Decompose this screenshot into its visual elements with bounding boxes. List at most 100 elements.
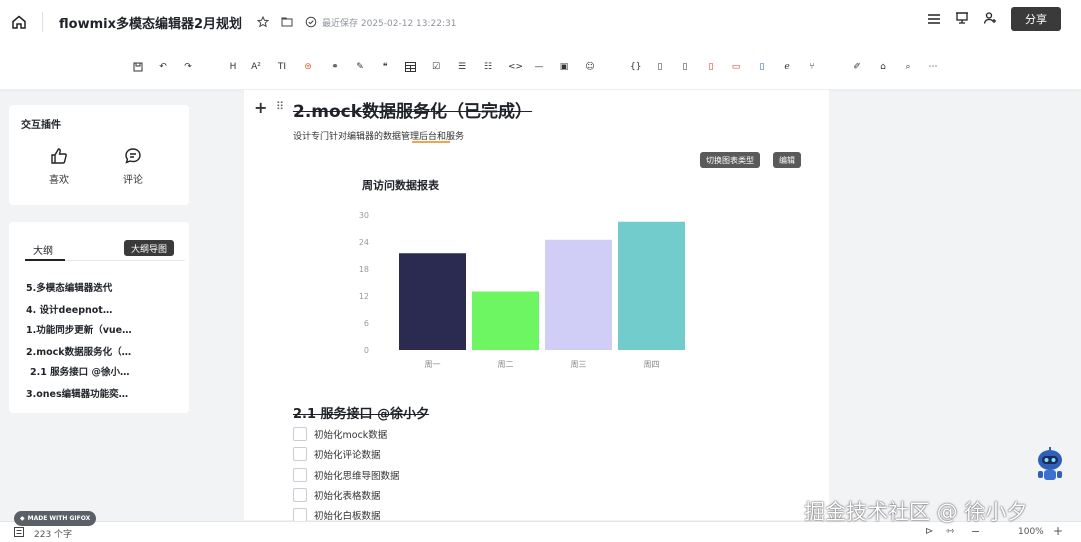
task-label: 初始化mock数据 bbox=[314, 430, 388, 441]
gifox-logo-icon: ◆ bbox=[20, 515, 25, 522]
thumbs-up-icon bbox=[51, 148, 67, 164]
code-icon[interactable]: <> bbox=[508, 61, 523, 73]
task-checkbox[interactable] bbox=[293, 508, 307, 522]
like-button[interactable]: 喜欢 bbox=[39, 147, 79, 186]
divider-line-icon[interactable]: — bbox=[534, 61, 544, 73]
outline-panel: 大纲 大纲导图 5.多模态编辑器迭代 4. 设计deepnot… 1.功能同步更… bbox=[9, 222, 189, 413]
redo-icon[interactable]: ↷ bbox=[183, 61, 193, 73]
share-button[interactable]: 分享 bbox=[1011, 7, 1061, 31]
branch-icon[interactable]: ⑂ bbox=[807, 61, 817, 73]
word-icon[interactable]: ▯ bbox=[757, 61, 767, 73]
outline-tab[interactable]: 大纲 bbox=[33, 242, 53, 257]
task-item[interactable]: 初始化白板数据 bbox=[293, 508, 381, 522]
search-icon[interactable]: ⌕ bbox=[903, 61, 913, 73]
brush-icon[interactable]: ✐ bbox=[852, 61, 862, 73]
robot-assistant-icon[interactable] bbox=[1033, 446, 1067, 484]
zoom-level: 100% bbox=[1018, 527, 1044, 537]
bar[interactable] bbox=[545, 239, 612, 350]
star-icon[interactable] bbox=[256, 15, 270, 29]
task-label: 初始化评论数据 bbox=[314, 450, 381, 461]
outline-item[interactable]: 4. 设计deepnot… bbox=[26, 302, 112, 316]
save-status: 最近保存 2025-02-12 13:22:31 bbox=[322, 18, 457, 29]
doc-icon[interactable]: ▯ bbox=[680, 61, 690, 73]
outline-map-button[interactable]: 大纲导图 bbox=[124, 240, 175, 256]
emoji-icon[interactable]: ☺ bbox=[585, 61, 595, 73]
text-highlight-underline bbox=[412, 141, 450, 143]
fit-width-icon[interactable]: ⇿ bbox=[946, 526, 954, 537]
edit-chart-button[interactable]: 编辑 bbox=[773, 152, 801, 168]
divider bbox=[42, 12, 43, 32]
link-icon[interactable]: ⚭ bbox=[330, 61, 340, 73]
bar[interactable] bbox=[472, 291, 539, 351]
subsection-heading[interactable]: 2.1 服务接口 @徐小夕 bbox=[293, 403, 429, 422]
ppt-icon[interactable]: ▭ bbox=[731, 61, 741, 73]
y-tick-label: 30 bbox=[359, 211, 369, 220]
menu-icon[interactable] bbox=[927, 10, 941, 29]
outline-item[interactable]: 3.ones编辑器功能奕… bbox=[26, 386, 128, 400]
ai-icon[interactable]: ⊜ bbox=[303, 61, 313, 73]
add-block-icon[interactable]: + bbox=[254, 98, 267, 117]
bullet-list-icon[interactable]: ☰ bbox=[457, 61, 467, 73]
zoom-in-icon[interactable]: + bbox=[1053, 524, 1063, 538]
image-icon[interactable]: ▣ bbox=[559, 61, 569, 73]
more-icon[interactable]: ⋯ bbox=[928, 61, 938, 73]
y-tick-label: 6 bbox=[364, 319, 369, 328]
recording-badge: ◆ MADE WITH GIFOX bbox=[14, 511, 97, 526]
heading-icon[interactable]: H bbox=[228, 61, 238, 73]
top-actions: 分享 bbox=[927, 7, 1061, 31]
x-tick-label: 周四 bbox=[644, 360, 660, 369]
y-tick-label: 0 bbox=[364, 346, 369, 355]
task-label: 初始化思维导图数据 bbox=[314, 471, 400, 482]
switch-chart-type-button[interactable]: 切换图表类型 bbox=[700, 152, 760, 168]
outline-item[interactable]: 2.1 服务接口 @徐小… bbox=[30, 364, 129, 378]
outline-item[interactable]: 2.mock数据服务化（… bbox=[26, 344, 131, 358]
text-style-icon[interactable]: TI bbox=[277, 61, 287, 73]
y-tick-label: 12 bbox=[359, 292, 369, 301]
task-label: 初始化白板数据 bbox=[314, 511, 381, 522]
task-item[interactable]: 初始化评论数据 bbox=[293, 447, 381, 461]
document-title[interactable]: flowmix多模态编辑器2月规划 bbox=[59, 13, 242, 32]
comment-button[interactable]: 评论 bbox=[113, 147, 153, 186]
task-checkbox[interactable] bbox=[293, 468, 307, 482]
save-icon[interactable] bbox=[133, 61, 143, 73]
editor-canvas[interactable]: + ⠿ 2.mock数据服务化（已完成） 设计专门针对编辑器的数据管理后台和服务… bbox=[244, 90, 829, 522]
bar-chart: 0 6 12 18 24 30 周一 周二 周三 周四 bbox=[359, 211, 685, 369]
x-tick-label: 周三 bbox=[571, 360, 587, 369]
edge-icon[interactable]: ℯ bbox=[782, 61, 792, 73]
task-checkbox[interactable] bbox=[293, 488, 307, 502]
word-count-icon bbox=[14, 527, 24, 540]
bar[interactable] bbox=[399, 253, 466, 350]
table-icon[interactable] bbox=[405, 61, 416, 73]
drag-handle-icon[interactable]: ⠿ bbox=[276, 100, 284, 113]
ordered-list-icon[interactable]: ☷ bbox=[483, 61, 493, 73]
play-icon[interactable]: ⊳ bbox=[925, 526, 933, 537]
pen-icon[interactable]: ✎ bbox=[355, 61, 365, 73]
pdf-icon[interactable]: ▯ bbox=[706, 61, 716, 73]
task-checkbox[interactable] bbox=[293, 427, 307, 441]
file-icon[interactable]: ▯ bbox=[655, 61, 665, 73]
add-user-icon[interactable] bbox=[983, 10, 997, 29]
outline-item[interactable]: 5.多模态编辑器迭代 bbox=[26, 280, 112, 294]
task-item[interactable]: 初始化mock数据 bbox=[293, 427, 387, 441]
quote-icon[interactable]: ❝ bbox=[380, 61, 390, 73]
folder-icon[interactable] bbox=[280, 15, 294, 29]
task-item[interactable]: 初始化表格数据 bbox=[293, 488, 381, 502]
task-label: 初始化表格数据 bbox=[314, 491, 381, 502]
zoom-out-icon[interactable]: − bbox=[971, 525, 980, 538]
section-heading[interactable]: 2.mock数据服务化（已完成） bbox=[293, 97, 532, 122]
comment-label: 评论 bbox=[123, 175, 143, 186]
font-size-icon[interactable]: A² bbox=[251, 61, 261, 73]
task-item[interactable]: 初始化思维导图数据 bbox=[293, 468, 400, 482]
home-icon[interactable] bbox=[10, 13, 28, 31]
presentation-icon[interactable] bbox=[955, 10, 969, 29]
outline-tab-indicator bbox=[25, 259, 65, 261]
plugin-panel: 交互插件 喜欢 评论 bbox=[9, 105, 189, 205]
outline-item[interactable]: 1.功能同步更新（vue… bbox=[26, 322, 132, 336]
task-checkbox[interactable] bbox=[293, 447, 307, 461]
formula-icon[interactable]: {} bbox=[630, 61, 641, 73]
undo-icon[interactable]: ↶ bbox=[158, 61, 168, 73]
format-painter-icon[interactable]: ⌂ bbox=[878, 61, 888, 73]
checkbox-icon[interactable]: ☑ bbox=[431, 61, 441, 73]
editor-toolbar: ↶ ↷ H A² TI ⊜ ⚭ ✎ ❝ ☑ ☰ ☷ <> — ▣ ☺ {} ▯ … bbox=[0, 44, 1081, 90]
bar[interactable] bbox=[618, 221, 685, 350]
